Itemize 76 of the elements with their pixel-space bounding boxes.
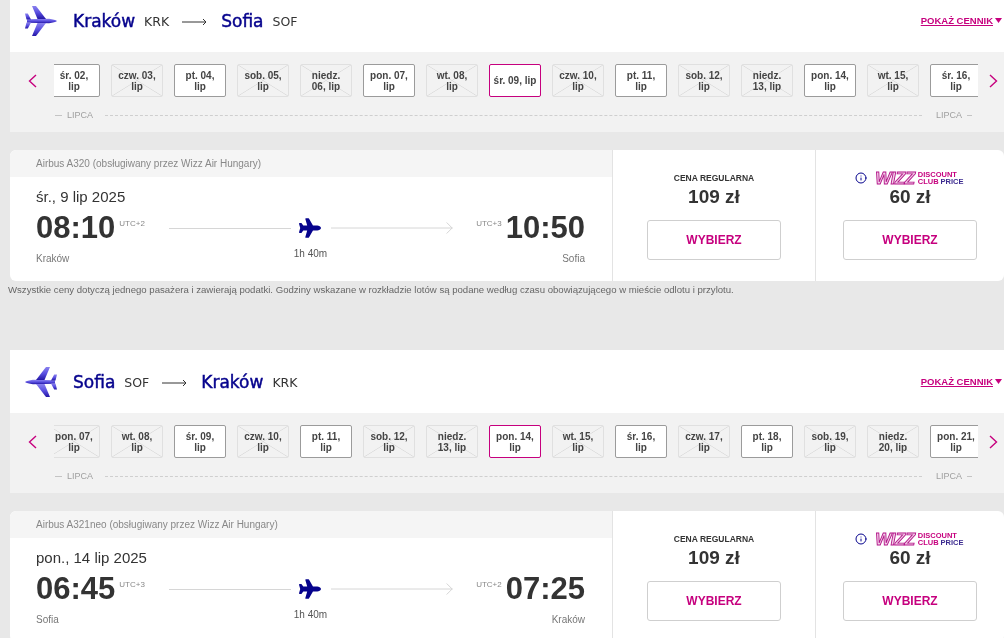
date-tile[interactable]: pt. 18, lip <box>741 425 793 458</box>
date-tile[interactable]: śr. 09, lip <box>489 64 541 97</box>
price-list-link[interactable]: POKAŻ CENNIK <box>920 15 1002 26</box>
airport-code: KRK <box>272 373 298 392</box>
date-tile[interactable]: pon. 14, lip <box>804 64 856 97</box>
flight-date: śr., 9 lip 2025 <box>36 188 127 206</box>
month-label: LIPCA <box>936 470 962 482</box>
price-list-link[interactable]: POKAŻ CENNIK <box>920 376 1002 387</box>
date-tile[interactable]: pon. 14, lip <box>489 425 541 458</box>
chevron-left-icon <box>27 434 37 449</box>
month-label: LIPCA <box>67 109 93 121</box>
fare-price: 109 zł <box>688 547 740 569</box>
arrow-icon <box>162 378 188 387</box>
fare-label: CENA REGULARNA <box>673 172 755 185</box>
chevron-right-icon <box>988 434 998 449</box>
fare-price: 109 zł <box>688 186 740 208</box>
plane-icon <box>298 217 321 239</box>
aircraft-info: Airbus A321neo (obsługiwany przez Wizz Air Hungary) <box>36 519 278 530</box>
month-label: LIPCA <box>67 470 93 482</box>
arrow-icon <box>182 17 208 26</box>
utc-offset: UTC+2 <box>476 580 502 590</box>
next-dates-button[interactable] <box>988 73 998 88</box>
arrival-city: Kraków <box>551 613 585 626</box>
departure-time: 06:45 <box>36 572 116 606</box>
select-button[interactable]: WYBIERZ <box>843 220 977 260</box>
utc-offset: UTC+2 <box>119 219 145 229</box>
arrival-city: Sofia <box>562 252 585 265</box>
date-tile[interactable]: śr. 16, lip <box>930 64 978 97</box>
info-icon[interactable] <box>855 533 868 545</box>
date-tile[interactable]: śr. 16, lip <box>615 425 667 458</box>
info-icon[interactable] <box>855 172 868 184</box>
caret-down-icon <box>995 18 1002 23</box>
chevron-left-icon <box>27 73 37 88</box>
chevron-right-icon <box>988 73 998 88</box>
aircraft-info: Airbus A320 (obsługiwany przez Wizz Air Hungary) <box>36 158 262 169</box>
city-name: Kraków <box>73 10 136 31</box>
city-name: Kraków <box>201 371 264 392</box>
departure-city: Sofia <box>36 613 59 626</box>
date-tile[interactable]: pt. 04, lip <box>174 64 226 97</box>
plane-icon <box>25 366 57 397</box>
airport-code: SOF <box>124 373 150 392</box>
select-button[interactable]: WYBIERZ <box>647 220 781 260</box>
date-tile[interactable]: pon. 21, lip <box>930 425 978 458</box>
price-note: Wszystkie ceny dotyczą jednego pasażera i zawierają podatki. Godziny wskazane w rozkładzie lotów są podane według czasu obowiązującego w mieście odlotu i przylotu. <box>8 283 735 297</box>
date-tile[interactable]: śr. 09, lip <box>174 425 226 458</box>
departure-time: 08:10 <box>36 211 116 245</box>
city-name: Sofia <box>73 371 116 392</box>
departure-city: Kraków <box>36 252 70 265</box>
fare-label: CENA REGULARNA <box>673 533 755 546</box>
date-tile[interactable]: pt. 11, lip <box>615 64 667 97</box>
logo-wordmark: WIZZ <box>875 530 915 548</box>
caret-down-icon <box>995 379 1002 384</box>
logo-wordmark: WIZZ <box>875 169 915 187</box>
plane-icon <box>298 578 321 600</box>
city-name: Sofia <box>221 10 264 31</box>
utc-offset: UTC+3 <box>119 580 145 590</box>
arrival-time: 07:25 <box>505 572 585 606</box>
date-tile[interactable]: pt. 11, lip <box>300 425 352 458</box>
previous-dates-button[interactable] <box>27 73 37 88</box>
utc-offset: UTC+3 <box>476 219 502 229</box>
date-tile[interactable]: śr. 02, lip <box>54 64 100 97</box>
select-button[interactable]: WYBIERZ <box>843 581 977 621</box>
flight-duration: 1h 40m <box>293 608 328 621</box>
airport-code: KRK <box>144 12 170 31</box>
fare-price: 60 zł <box>889 547 931 569</box>
month-label: LIPCA <box>936 109 962 121</box>
previous-dates-button[interactable] <box>27 434 37 449</box>
fare-price: 60 zł <box>889 186 931 208</box>
flight-date: pon., 14 lip 2025 <box>36 549 148 567</box>
airport-code: SOF <box>272 12 298 31</box>
plane-icon <box>25 5 57 36</box>
select-button[interactable]: WYBIERZ <box>647 581 781 621</box>
arrival-time: 10:50 <box>505 211 585 245</box>
date-tile[interactable]: pon. 07, lip <box>363 64 415 97</box>
next-dates-button[interactable] <box>988 434 998 449</box>
flight-duration: 1h 40m <box>293 247 328 260</box>
